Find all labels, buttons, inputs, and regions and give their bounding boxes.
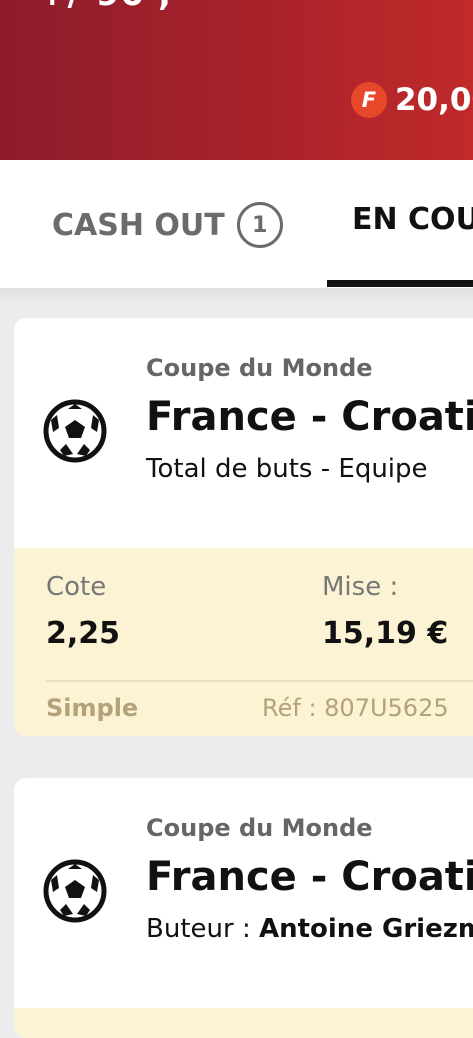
soccer-ball-icon [43,859,107,923]
soccer-ball-icon [43,399,107,463]
market-name: Buteur : Antoine Griezmann [146,914,473,944]
bet-type: Simple [46,694,139,722]
bet-card[interactable]: Coupe du Monde France - Croatie Buteur :… [14,778,473,1038]
summary-divider [46,680,473,682]
stake-label: Mise : [322,572,399,602]
competition-name: Coupe du Monde [146,814,373,842]
market-name: Total de buts - Equipe [146,454,428,484]
competition-name: Coupe du Monde [146,354,373,382]
tab-cash-out[interactable]: CASH OUT 1 [52,202,283,248]
app-header: +/-90 , F 20,00 [0,0,473,160]
tab-en-cours-label: EN COURS [352,202,473,237]
odds-value: 2,25 [46,616,121,651]
bet-card[interactable]: Coupe du Monde France - Croatie Total de… [14,318,473,736]
bet-summary: Cote 2,25 Mise : 15,19 € Simple Réf : 80… [14,548,473,736]
cash-out-count-badge: 1 [236,202,283,248]
bet-summary [14,1008,473,1038]
header-top-text: +/-90 , [38,0,172,14]
tabs-shadow [0,288,473,302]
odds-label: Cote [46,572,107,602]
match-title: France - Croatie [146,394,473,440]
balance[interactable]: F 20,00 [350,82,473,118]
market-prefix: Buteur : [146,914,259,944]
stake-value: 15,19 € [322,616,449,651]
bet-tabs: CASH OUT 1 EN COURS [0,160,473,288]
bet-reference: Réf : 807U5625 [262,694,449,722]
currency-coin-icon: F [350,82,387,118]
match-title: France - Croatie [146,854,473,900]
tab-cash-out-label: CASH OUT [52,207,225,243]
balance-amount: 20,00 [394,82,473,118]
active-tab-indicator [327,280,473,287]
tab-en-cours[interactable]: EN COURS [352,202,473,237]
market-value: Antoine Griezmann [258,914,473,944]
